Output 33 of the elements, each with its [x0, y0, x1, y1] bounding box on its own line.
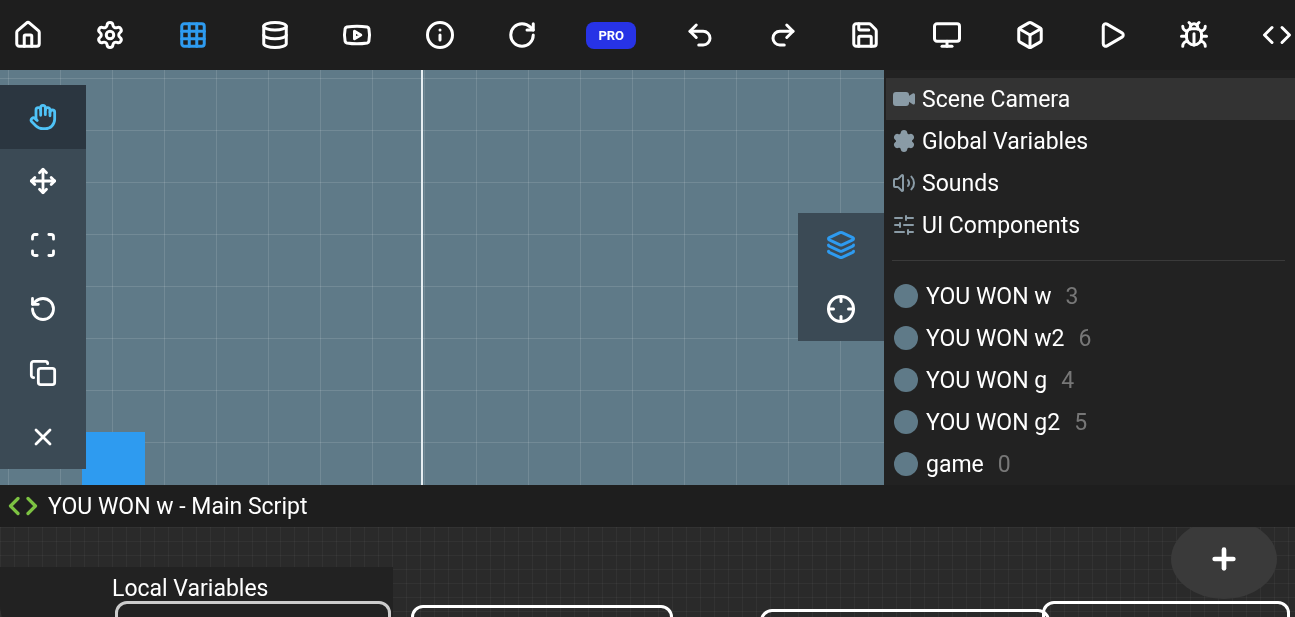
object-name: game [926, 450, 984, 478]
speaker-icon [892, 171, 916, 195]
object-name: YOU WON w [926, 282, 1052, 310]
object-dot [894, 326, 918, 350]
panel-title: Local Variables [112, 575, 269, 602]
sidebar-item[interactable]: Sounds [886, 162, 1295, 204]
object-name: YOU WON g [926, 366, 1048, 394]
pro-badge[interactable]: PRO [586, 21, 637, 49]
object-count: 0 [997, 450, 1011, 478]
object-dot [894, 284, 918, 308]
object-name: YOU WON w2 [926, 324, 1065, 352]
gear-icon [892, 129, 916, 153]
object-count: 3 [1065, 282, 1079, 310]
object-item[interactable]: YOU WON g 4 [886, 359, 1295, 401]
sprite[interactable] [82, 432, 145, 485]
object-dot [894, 452, 918, 476]
sidebar-item[interactable]: Global Variables [886, 120, 1295, 162]
sidebar-item[interactable]: UI Components [886, 204, 1295, 246]
object-count: 6 [1078, 324, 1092, 352]
script-title: YOU WON w - Main Script [48, 492, 308, 520]
object-item[interactable]: YOU WON g2 5 [886, 401, 1295, 443]
object-item[interactable]: YOU WON w 3 [886, 275, 1295, 317]
sidebar-item[interactable]: Scene Camera [886, 78, 1295, 120]
add-button[interactable] [1171, 527, 1277, 599]
hand-icon[interactable] [0, 85, 86, 149]
object-item[interactable]: YOU WON w2 6 [886, 317, 1295, 359]
object-count: 5 [1074, 408, 1088, 436]
object-name: YOU WON g2 [926, 408, 1061, 436]
sliders-icon [892, 213, 916, 237]
object-dot [894, 368, 918, 392]
object-item[interactable]: game 0 [886, 443, 1295, 485]
object-count: 4 [1061, 366, 1075, 394]
object-dot [894, 410, 918, 434]
